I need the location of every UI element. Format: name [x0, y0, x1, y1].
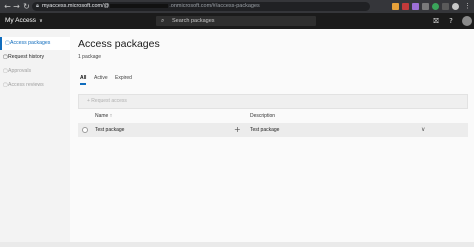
back-icon[interactable]: ← — [3, 2, 12, 11]
app-header: My Access ∨ ⌕ Search packages ⛝ ? — [0, 13, 474, 29]
search-box[interactable]: ⌕ Search packages — [156, 16, 316, 26]
extension-icon[interactable] — [422, 3, 429, 10]
lock-icon: 🔒︎ — [36, 3, 39, 9]
page-title: Access packages — [78, 38, 160, 50]
sidebar-item-request-history[interactable]: ▢ Request history — [0, 51, 70, 64]
table-header: Name ↑ Description — [78, 113, 468, 121]
search-icon: ⌕ — [161, 18, 165, 24]
package-description: Test package — [250, 127, 280, 133]
sidebar-item-label: Request history — [8, 54, 45, 60]
forward-icon[interactable]: → — [12, 2, 21, 11]
column-header-description[interactable]: Description — [250, 113, 275, 119]
tab-indicator — [80, 83, 86, 85]
add-icon[interactable]: + — [234, 123, 241, 137]
profile-icon[interactable] — [452, 3, 459, 10]
sidebar-item-label: Access reviews — [8, 82, 44, 88]
table-row[interactable]: Test package + Test package ∨ — [78, 123, 468, 137]
sidebar-item-label: Approvals — [8, 68, 32, 74]
url-host: myaccess.microsoft.com — [41, 3, 103, 9]
chevron-down-icon: ∨ — [39, 18, 43, 24]
url-path: .onmicrosoft.com/#/access-packages — [169, 3, 260, 9]
avatar[interactable] — [462, 16, 472, 26]
organization-icon[interactable]: ⛝ — [431, 16, 441, 26]
chevron-down-icon[interactable]: ∨ — [421, 123, 425, 137]
package-count: 1 package — [78, 54, 102, 60]
address-bar[interactable]: 🔒︎ myaccess.microsoft.com/@ .onmicrosoft.c… — [32, 2, 370, 11]
sidebar-item-access-reviews[interactable]: ▢ Access reviews — [0, 79, 70, 92]
sidebar-item-approvals[interactable]: ▢ Approvals — [0, 65, 70, 78]
package-name: Test package — [95, 127, 125, 133]
sidebar-item-access-packages[interactable]: ▢ Access packages — [0, 37, 72, 50]
main-content: Access packages 1 package All Active Exp… — [70, 29, 474, 247]
window-bottom-edge — [0, 242, 474, 247]
tab-all[interactable]: All — [80, 75, 86, 81]
help-icon[interactable]: ? — [446, 16, 456, 26]
reload-icon[interactable]: ↻ — [22, 2, 31, 11]
menu-icon[interactable]: ⋮ — [464, 3, 471, 10]
sidebar: ▢ Access packages ▢ Request history ▢ Ap… — [0, 29, 72, 247]
app-switcher[interactable]: My Access ∨ — [5, 13, 43, 29]
url-mid: /@ — [102, 3, 110, 9]
brand-title: My Access — [5, 17, 37, 24]
column-header-name[interactable]: Name ↑ — [95, 113, 112, 119]
extension-icon[interactable] — [412, 3, 419, 10]
tab-active[interactable]: Active — [94, 75, 108, 81]
redacted-tenant — [110, 3, 169, 8]
sidebar-item-label: Access packages — [10, 40, 51, 46]
command-bar: + Request access — [78, 94, 468, 109]
extension-icon[interactable] — [432, 3, 439, 10]
browser-toolbar: ← → ↻ 🔒︎ myaccess.microsoft.com/@ .onmicro… — [0, 0, 474, 13]
puzzle-icon[interactable] — [442, 3, 449, 10]
extension-icon[interactable] — [402, 3, 409, 10]
search-input[interactable]: Search packages — [172, 16, 215, 26]
tab-expired[interactable]: Expired — [115, 75, 132, 81]
extension-icon[interactable] — [392, 3, 399, 10]
row-select-radio[interactable] — [82, 127, 88, 133]
request-access-button[interactable]: + Request access — [87, 95, 127, 108]
